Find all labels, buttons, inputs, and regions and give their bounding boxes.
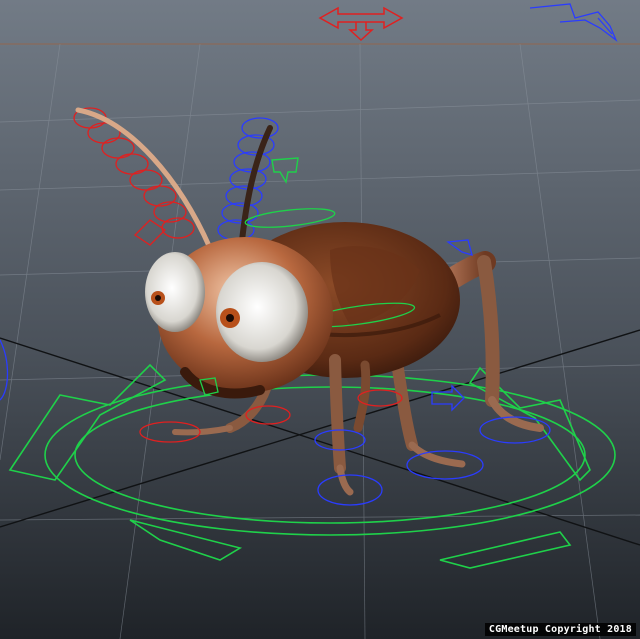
right-eye <box>216 262 308 362</box>
copyright-watermark: CGMeetup Copyright 2018 <box>484 623 636 636</box>
scene-canvas[interactable] <box>0 0 640 639</box>
left-eye <box>145 252 205 332</box>
maya-viewport[interactable]: CGMeetup Copyright 2018 <box>0 0 640 639</box>
